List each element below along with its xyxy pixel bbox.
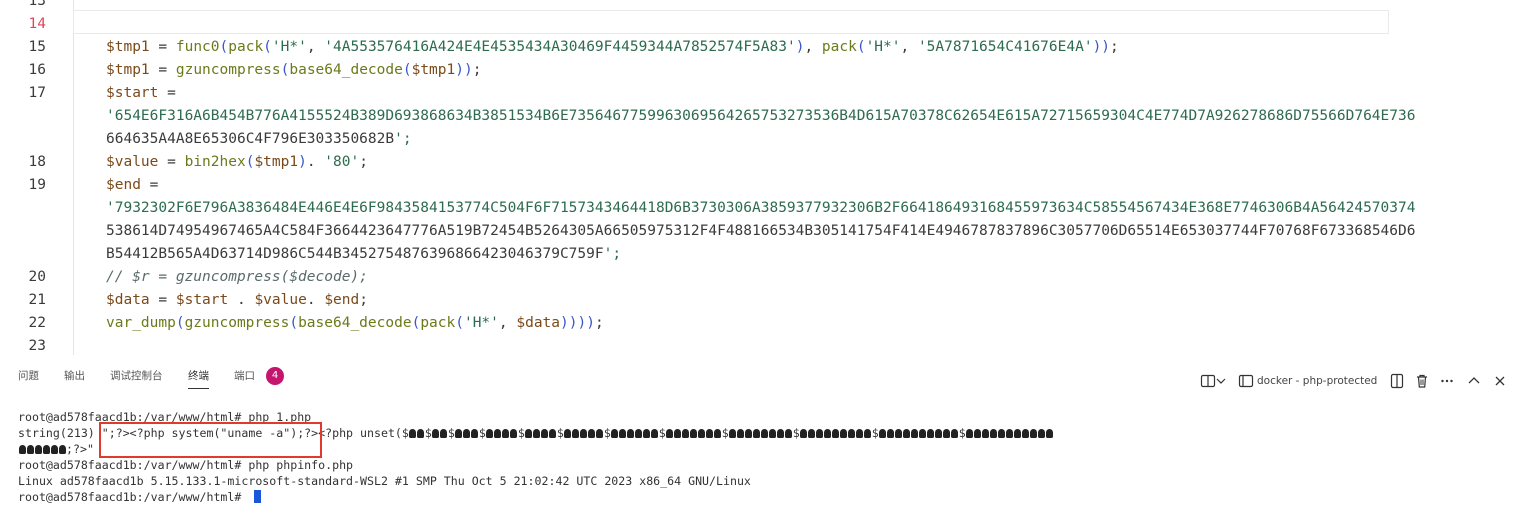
code-text: $data = $start . $value. $end;	[106, 292, 368, 308]
code-editor[interactable]: 13 14 15 $tmp1 = func0(pack('H*', '4A553576…	[0, 0, 1514, 355]
code-text: 664635A4A8E65306C4F796E303350682B';	[106, 131, 412, 147]
line-number: 15	[28, 39, 46, 55]
line-number: 23	[28, 338, 46, 354]
line-number: 20	[28, 269, 46, 285]
code-line[interactable]: 664635A4A8E65306C4F796E303350682B';	[0, 128, 1514, 151]
tab-terminal[interactable]: 终端	[188, 363, 209, 389]
chevron-up-icon[interactable]	[1466, 373, 1482, 389]
code-text: B54412B565A4D63714D986C544B3452754876396…	[106, 246, 622, 262]
code-line[interactable]: 538614D74954967465A4C584F3664423647776A5…	[0, 220, 1514, 243]
more-icon[interactable]	[1439, 373, 1455, 389]
tab-output[interactable]: 输出	[64, 363, 85, 389]
code-text: 538614D74954967465A4C584F3664423647776A5…	[106, 223, 1416, 239]
terminal-line: Linux ad578faacd1b 5.15.133.1-microsoft-…	[18, 474, 751, 488]
code-text: $tmp1 = gzuncompress(base64_decode($tmp1…	[106, 62, 482, 78]
code-line[interactable]: 20 // $r = gzuncompress($decode);	[0, 266, 1514, 289]
terminal-prompt-line: root@ad578faacd1b:/var/www/html#	[18, 489, 262, 505]
terminal-prompt: root@ad578faacd1b:/var/www/html#	[18, 490, 249, 504]
code-line[interactable]: 13	[0, 0, 1514, 13]
tab-ports[interactable]: 端口	[234, 363, 255, 389]
line-number: 17	[28, 85, 46, 101]
string-end: ;?>"	[66, 442, 94, 456]
code-text: var_dump(gzuncompress(base64_decode(pack…	[106, 315, 604, 331]
line-number: 18	[28, 154, 46, 170]
code-line[interactable]: 21 $data = $start . $value. $end;	[0, 289, 1514, 312]
code-line[interactable]: 14	[0, 13, 1514, 36]
ports-count-badge: 4	[266, 367, 284, 385]
code-line[interactable]: B54412B565A4D63714D986C544B3452754876396…	[0, 243, 1514, 266]
line-number: 19	[28, 177, 46, 193]
line-number: 14	[28, 16, 46, 32]
code-line[interactable]: 16 $tmp1 = gzuncompress(base64_decode($tm…	[0, 59, 1514, 82]
code-line[interactable]: 15 $tmp1 = func0(pack('H*', '4A553576416A…	[0, 36, 1514, 59]
trash-icon[interactable]	[1414, 373, 1430, 389]
split-terminal-icon[interactable]	[1200, 373, 1216, 389]
tab-problems[interactable]: 问题	[18, 363, 39, 389]
binary-garbage	[18, 442, 66, 456]
code-text: '7932302F6E796A3836484E446E4E6F984358415…	[106, 200, 1416, 216]
code-text: $start =	[106, 85, 176, 101]
code-line[interactable]: '654E6F316A6B454B776A4155524B389D6938686…	[0, 105, 1514, 128]
code-text: '654E6F316A6B454B776A4155524B389D6938686…	[106, 108, 1416, 124]
code-line[interactable]: '7932302F6E796A3836484E446E4E6F984358415…	[0, 197, 1514, 220]
code-line[interactable]: 22 var_dump(gzuncompress(base64_decode(pa…	[0, 312, 1514, 335]
terminal-cursor	[254, 490, 262, 503]
code-text: $value = bin2hex($tmp1). '80';	[106, 154, 368, 170]
code-line[interactable]: 23	[0, 335, 1514, 355]
terminal-instance-label[interactable]: docker - php-protected	[1257, 372, 1377, 390]
panel-tab-bar: 问题 输出 调试控制台 终端 端口 4 docker - php-protect…	[0, 363, 1514, 391]
split-editor-icon[interactable]	[1389, 373, 1405, 389]
code-line[interactable]: 18 $value = bin2hex($tmp1). '80';	[0, 151, 1514, 174]
chevron-down-icon[interactable]	[1215, 373, 1227, 389]
code-text: // $r = gzuncompress($decode);	[106, 269, 368, 285]
code-line[interactable]: 19 $end =	[0, 174, 1514, 197]
binary-garbage: $ $ $ $ $ $ $ $ $ $ $	[409, 426, 1054, 440]
line-number: 13	[28, 0, 46, 9]
terminal-icon	[1238, 374, 1254, 388]
close-icon[interactable]	[1492, 373, 1508, 389]
line-number: 22	[28, 315, 46, 331]
terminal-line: ;?>"	[18, 441, 94, 457]
code-text: $tmp1 = func0(pack('H*', '4A553576416A42…	[106, 39, 1119, 55]
tab-debug-console[interactable]: 调试控制台	[110, 363, 163, 389]
code-text: $end =	[106, 177, 159, 193]
terminal-line: root@ad578faacd1b:/var/www/html# php php…	[18, 458, 354, 472]
highlight-box	[99, 422, 322, 458]
code-line[interactable]: 17 $start =	[0, 82, 1514, 105]
line-number: 16	[28, 62, 46, 78]
line-number: 21	[28, 292, 46, 308]
